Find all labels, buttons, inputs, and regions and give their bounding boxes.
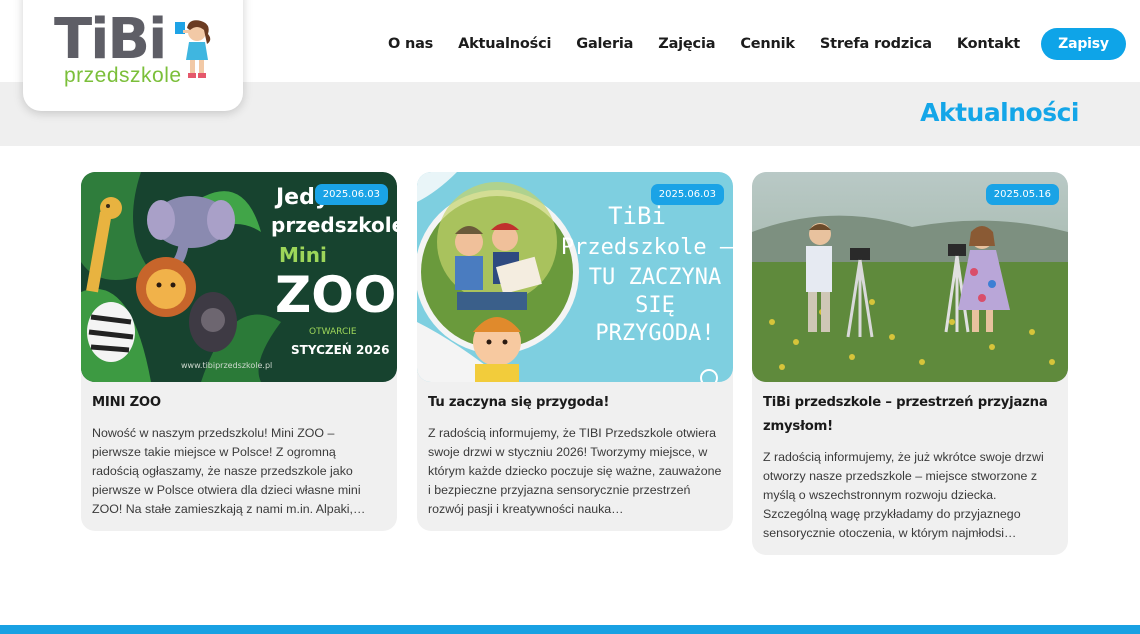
- poster-text-line3: Mini: [279, 243, 327, 267]
- poster-text-line3: TU ZACZYNA: [589, 265, 721, 290]
- logo-wordmark: TiBi: [54, 7, 167, 72]
- nav-item-kontakt[interactable]: Kontakt: [957, 36, 1020, 52]
- poster-text-line5: OTWARCIE: [309, 327, 357, 337]
- news-card-przygoda[interactable]: TiBi Przedszkole – TU ZACZYNA SIĘ PRZYGO…: [417, 172, 733, 531]
- main-nav: O nas Aktualności Galeria Zajęcia Cennik…: [363, 28, 1126, 60]
- page-title: Aktualności: [920, 98, 1079, 127]
- date-badge: 2025.06.03: [650, 184, 724, 205]
- news-excerpt: Z radością informujemy, że TIBI Przedszk…: [428, 426, 722, 516]
- poster-text-line6: STYCZEŃ 2026: [291, 342, 389, 357]
- news-image-przestrzen[interactable]: 2025.05.16: [752, 172, 1068, 382]
- news-excerpt: Z radością informujemy, że już wkrótce s…: [763, 450, 1044, 540]
- poster-text-line2: Przedszkole –: [561, 235, 733, 260]
- news-card-przestrzen[interactable]: 2025.05.16 TiBi przedszkole – przestrzeń…: [752, 172, 1068, 555]
- poster-text-line4: SIĘ: [635, 293, 675, 318]
- news-excerpt: Nowość w naszym przedszkolu! Mini ZOO – …: [92, 426, 366, 516]
- nav-item-cennik[interactable]: Cennik: [740, 36, 795, 52]
- poster-text-line4: ZOO: [275, 266, 396, 324]
- nav-item-o-nas[interactable]: O nas: [388, 36, 433, 52]
- nav-item-galeria[interactable]: Galeria: [576, 36, 633, 52]
- logo[interactable]: TiBi przedszkole: [23, 0, 243, 111]
- nav-item-strefa-rodzica[interactable]: Strefa rodzica: [820, 36, 932, 52]
- news-title[interactable]: Tu zaczyna się przygoda!: [417, 382, 733, 415]
- girl-mascot-icon: [175, 20, 211, 78]
- site-header: TiBi przedszkole O nas Aktualności Galer…: [0, 0, 1140, 111]
- date-badge: 2025.05.16: [985, 184, 1059, 205]
- nav-item-aktualnosci[interactable]: Aktualności: [458, 36, 551, 52]
- poster-text-line5: PRZYGODA!: [595, 321, 714, 346]
- nav-item-zajecia[interactable]: Zajęcia: [658, 36, 715, 52]
- news-title[interactable]: TiBi przedszkole – przestrzeń przyjazna …: [752, 382, 1068, 439]
- news-image-mini-zoo[interactable]: Jedy przedszkole Mini ZOO OTWARCIE STYCZ…: [81, 172, 397, 382]
- logo-subtitle: przedszkole: [64, 64, 182, 87]
- news-title[interactable]: MINI ZOO: [81, 382, 397, 415]
- footer-accent-bar: [0, 625, 1140, 634]
- poster-text-line2: przedszkole: [271, 213, 397, 237]
- signup-button[interactable]: Zapisy: [1041, 28, 1126, 60]
- poster-text-line1: TiBi: [608, 202, 666, 230]
- news-image-przygoda[interactable]: TiBi Przedszkole – TU ZACZYNA SIĘ PRZYGO…: [417, 172, 733, 382]
- news-card-mini-zoo[interactable]: Jedy przedszkole Mini ZOO OTWARCIE STYCZ…: [81, 172, 397, 531]
- date-badge: 2025.06.03: [314, 184, 388, 205]
- poster-url: www.tibiprzedszkole.pl: [181, 361, 272, 370]
